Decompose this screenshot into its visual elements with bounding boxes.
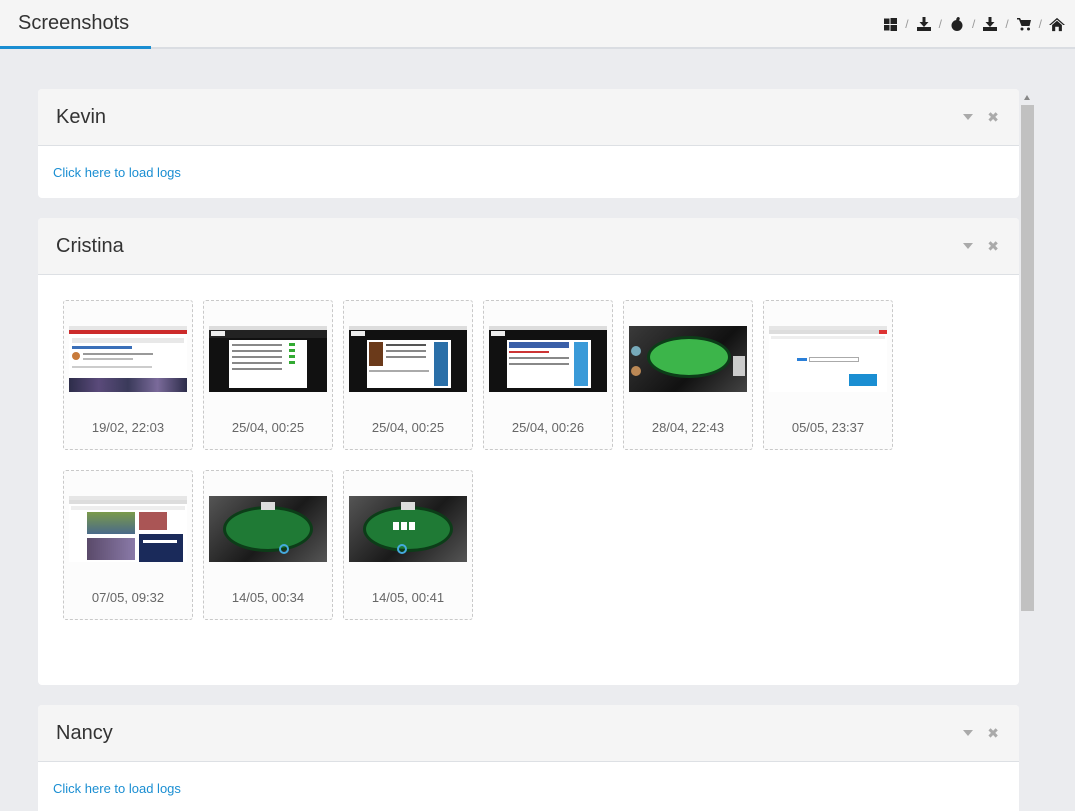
screenshot-image <box>769 326 887 392</box>
screenshot-image <box>349 496 467 562</box>
screenshot-thumbnail[interactable]: 07/05, 09:32 <box>63 470 193 620</box>
nav-separator: / <box>938 17 942 31</box>
collapse-icon[interactable] <box>963 730 974 736</box>
panel-cristina-footer <box>38 656 1019 685</box>
active-tab-underline <box>0 46 151 49</box>
screenshot-date: 25/04, 00:26 <box>511 420 585 435</box>
screenshot-image <box>349 326 467 392</box>
panel-title: Cristina <box>56 235 124 257</box>
panel-kevin: Kevin ✖ Click here to load logs <box>38 89 1019 198</box>
screenshot-thumbnail[interactable]: 14/05, 00:41 <box>343 470 473 620</box>
download-icon[interactable] <box>982 16 998 32</box>
panel-header: Nancy ✖ <box>38 705 1019 762</box>
nav-separator: / <box>1038 17 1042 31</box>
screenshot-thumbnail[interactable]: 05/05, 23:37 <box>763 300 893 450</box>
screenshot-thumbnail[interactable]: 25/04, 00:26 <box>483 300 613 450</box>
download-icon[interactable] <box>916 16 932 32</box>
screenshot-image <box>69 326 187 392</box>
panel-nancy: Nancy ✖ Click here to load logs <box>38 705 1019 811</box>
panel-header: Kevin ✖ <box>38 89 1019 146</box>
screenshot-thumbnail[interactable]: 25/04, 00:25 <box>203 300 333 450</box>
scrollbar-thumb[interactable] <box>1021 105 1034 611</box>
screenshot-image <box>69 496 187 562</box>
screenshot-date: 25/04, 00:25 <box>371 420 445 435</box>
close-icon[interactable]: ✖ <box>987 110 999 124</box>
load-logs-link[interactable]: Click here to load logs <box>53 165 181 180</box>
panel-title: Kevin <box>56 106 107 128</box>
screenshot-thumbnail[interactable]: 25/04, 00:25 <box>343 300 473 450</box>
home-icon[interactable] <box>1049 16 1065 32</box>
screenshot-date: 28/04, 22:43 <box>651 420 725 435</box>
vertical-scrollbar[interactable] <box>1020 93 1034 811</box>
apple-icon[interactable] <box>949 16 965 32</box>
collapse-icon[interactable] <box>963 114 974 120</box>
scroll-up-arrow-icon[interactable] <box>1024 95 1030 100</box>
panel-header: Cristina ✖ <box>38 218 1019 275</box>
panel-cristina: Cristina ✖ 19/02, 22:03 25/04, 00:25 25/… <box>38 218 1019 684</box>
screenshot-date: 14/05, 00:41 <box>371 590 445 605</box>
windows-icon[interactable] <box>882 16 898 32</box>
close-icon[interactable]: ✖ <box>987 726 999 740</box>
load-logs-link[interactable]: Click here to load logs <box>53 781 181 796</box>
nav-separator: / <box>1005 17 1009 31</box>
nav-separator: / <box>905 17 909 31</box>
screenshot-thumbnail[interactable]: 14/05, 00:34 <box>203 470 333 620</box>
close-icon[interactable]: ✖ <box>987 239 999 253</box>
screenshot-image <box>629 326 747 392</box>
screenshot-date: 05/05, 23:37 <box>791 420 865 435</box>
screenshot-date: 19/02, 22:03 <box>91 420 165 435</box>
page-title: Screenshots <box>18 12 130 34</box>
screenshot-thumbnail[interactable]: 28/04, 22:43 <box>623 300 753 450</box>
screenshot-thumbnail[interactable]: 19/02, 22:03 <box>63 300 193 450</box>
panels-container: Kevin ✖ Click here to load logs Cristina… <box>38 89 1019 811</box>
screenshot-image <box>489 326 607 392</box>
collapse-icon[interactable] <box>963 243 974 249</box>
top-nav: / / / / / <box>882 14 1065 34</box>
screenshot-image <box>209 496 327 562</box>
cart-icon[interactable] <box>1016 16 1032 32</box>
screenshot-date: 07/05, 09:32 <box>91 590 165 605</box>
screenshot-date: 25/04, 00:25 <box>231 420 305 435</box>
panel-title: Nancy <box>56 722 113 744</box>
top-bar: Screenshots / / / / / <box>0 0 1075 49</box>
screenshot-date: 14/05, 00:34 <box>231 590 305 605</box>
nav-separator: / <box>971 17 976 31</box>
screenshot-image <box>209 326 327 392</box>
